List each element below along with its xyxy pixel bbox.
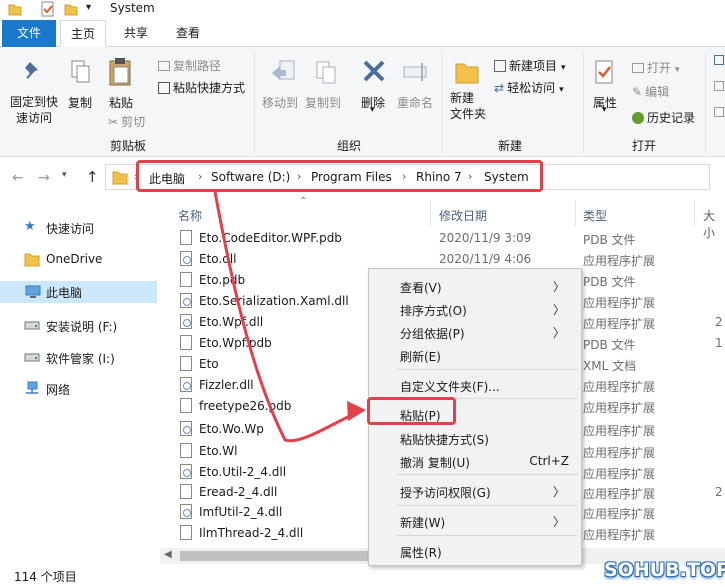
menu-item-group[interactable]: 分组依据(P) 〉 — [400, 321, 575, 343]
menu-item-grant-access[interactable]: 授予访问权限(G) 〉 — [400, 480, 575, 502]
menu-item-undo-copy[interactable]: 撤消 复制(U) Ctrl+Z — [400, 450, 575, 472]
menu-item-properties[interactable]: 属性(R) — [400, 540, 575, 562]
menu-separator — [397, 535, 577, 536]
chevron-right-icon: 〉 — [552, 485, 565, 499]
chevron-right-icon: 〉 — [552, 280, 565, 294]
menu-item-paste-shortcut[interactable]: 粘贴快捷方式(S) — [400, 427, 575, 449]
menu-item-view[interactable]: 查看(V) 〉 — [400, 275, 575, 297]
menu-separator — [397, 505, 577, 506]
chevron-right-icon: 〉 — [552, 515, 565, 529]
menu-item-new[interactable]: 新建(W) 〉 — [400, 510, 575, 532]
chevron-right-icon: 〉 — [552, 303, 565, 317]
annotation-arrow — [213, 191, 366, 443]
menu-item-refresh[interactable]: 刷新(E) — [400, 344, 575, 366]
paste-highlight-box — [367, 397, 456, 425]
menu-item-sort[interactable]: 排序方式(O) 〉 — [400, 298, 575, 320]
annotation-arrow-line — [213, 191, 361, 443]
annotation-arrow-head — [347, 401, 366, 421]
menu-separator — [397, 474, 577, 475]
menu-separator — [397, 369, 577, 370]
menu-item-customize-folder[interactable]: 自定义文件夹(F)... — [400, 374, 575, 396]
watermark-logo: SOHUB.TOP — [604, 559, 725, 581]
chevron-right-icon: 〉 — [552, 326, 565, 340]
